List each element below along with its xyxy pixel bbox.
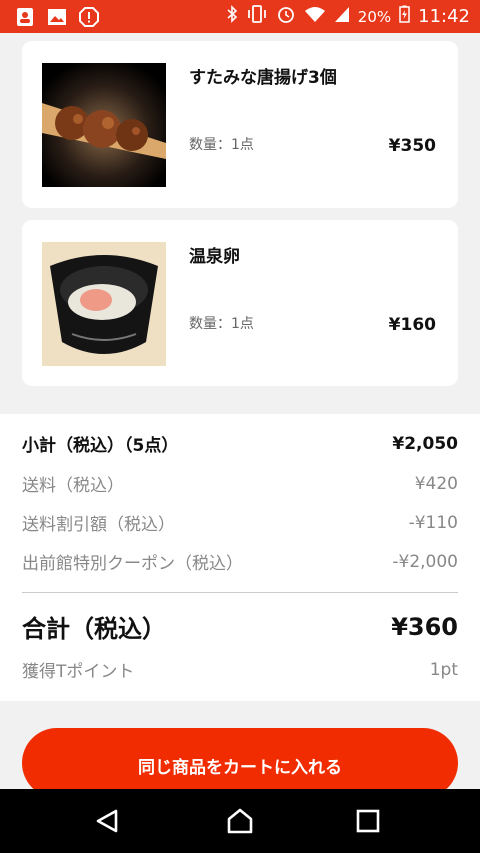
item-name: 温泉卵 (189, 247, 240, 267)
bluetooth-icon (226, 5, 238, 28)
alert-icon (78, 6, 100, 28)
back-icon[interactable] (89, 803, 125, 839)
coupon-label: 出前館特別クーポン（税込） (22, 554, 243, 574)
order-item-card[interactable]: 温泉卵 数量：1点 ¥160 (22, 220, 458, 386)
shipping-label: 送料（税込） (22, 476, 124, 496)
vibrate-icon (246, 5, 268, 28)
summary-divider (22, 592, 458, 593)
alarm-icon (276, 4, 296, 29)
total-row: 合計（税込） ¥360 (22, 609, 458, 644)
recents-icon[interactable] (350, 803, 386, 839)
coupon-value: -¥2,000 (392, 551, 458, 572)
item-photo-karaage (42, 63, 166, 187)
order-summary: 小計（税込）（5点） ¥2,050 送料（税込） ¥420 送料割引額（税込） … (0, 414, 480, 701)
add-same-items-to-cart-button[interactable]: 同じ商品をカートに入れる (22, 728, 458, 798)
navigation-bar (0, 789, 480, 853)
total-value: ¥360 (391, 612, 458, 641)
signal-icon (334, 5, 350, 28)
wifi-icon (304, 5, 326, 28)
coupon-row: 出前館特別クーポン（税込） -¥2,000 (22, 549, 458, 575)
subtotal-row: 小計（税込）（5点） ¥2,050 (22, 431, 458, 457)
shipping-discount-label: 送料割引額（税込） (22, 515, 175, 535)
points-row: 獲得Tポイント 1pt (22, 657, 458, 683)
shipping-row: 送料（税込） ¥420 (22, 471, 458, 497)
home-icon[interactable] (222, 803, 258, 839)
shipping-discount-value: -¥110 (408, 512, 458, 533)
image-icon (46, 6, 68, 28)
item-price: ¥160 (388, 315, 436, 335)
points-label: 獲得Tポイント (22, 662, 135, 682)
order-item-card[interactable]: すたみな唐揚げ3個 数量：1点 ¥350 (22, 41, 458, 208)
item-quantity: 数量：1点 (189, 316, 254, 332)
item-quantity: 数量：1点 (189, 137, 254, 153)
shipping-discount-row: 送料割引額（税込） -¥110 (22, 510, 458, 536)
battery-percent: 20% (357, 7, 392, 26)
battery-icon (399, 5, 410, 28)
item-price: ¥350 (388, 136, 436, 156)
shipping-value: ¥420 (414, 473, 458, 494)
points-value: 1pt (429, 659, 458, 680)
contact-card-icon (14, 6, 36, 28)
item-photo-onsen-egg (42, 242, 166, 366)
item-name: すたみな唐揚げ3個 (189, 68, 337, 88)
total-label: 合計（税込） (22, 615, 166, 643)
clock-time: 11:42 (418, 6, 470, 27)
subtotal-value: ¥2,050 (392, 433, 458, 454)
subtotal-label: 小計（税込）（5点） (22, 436, 179, 456)
status-bar: 20% 11:42 (0, 0, 480, 33)
